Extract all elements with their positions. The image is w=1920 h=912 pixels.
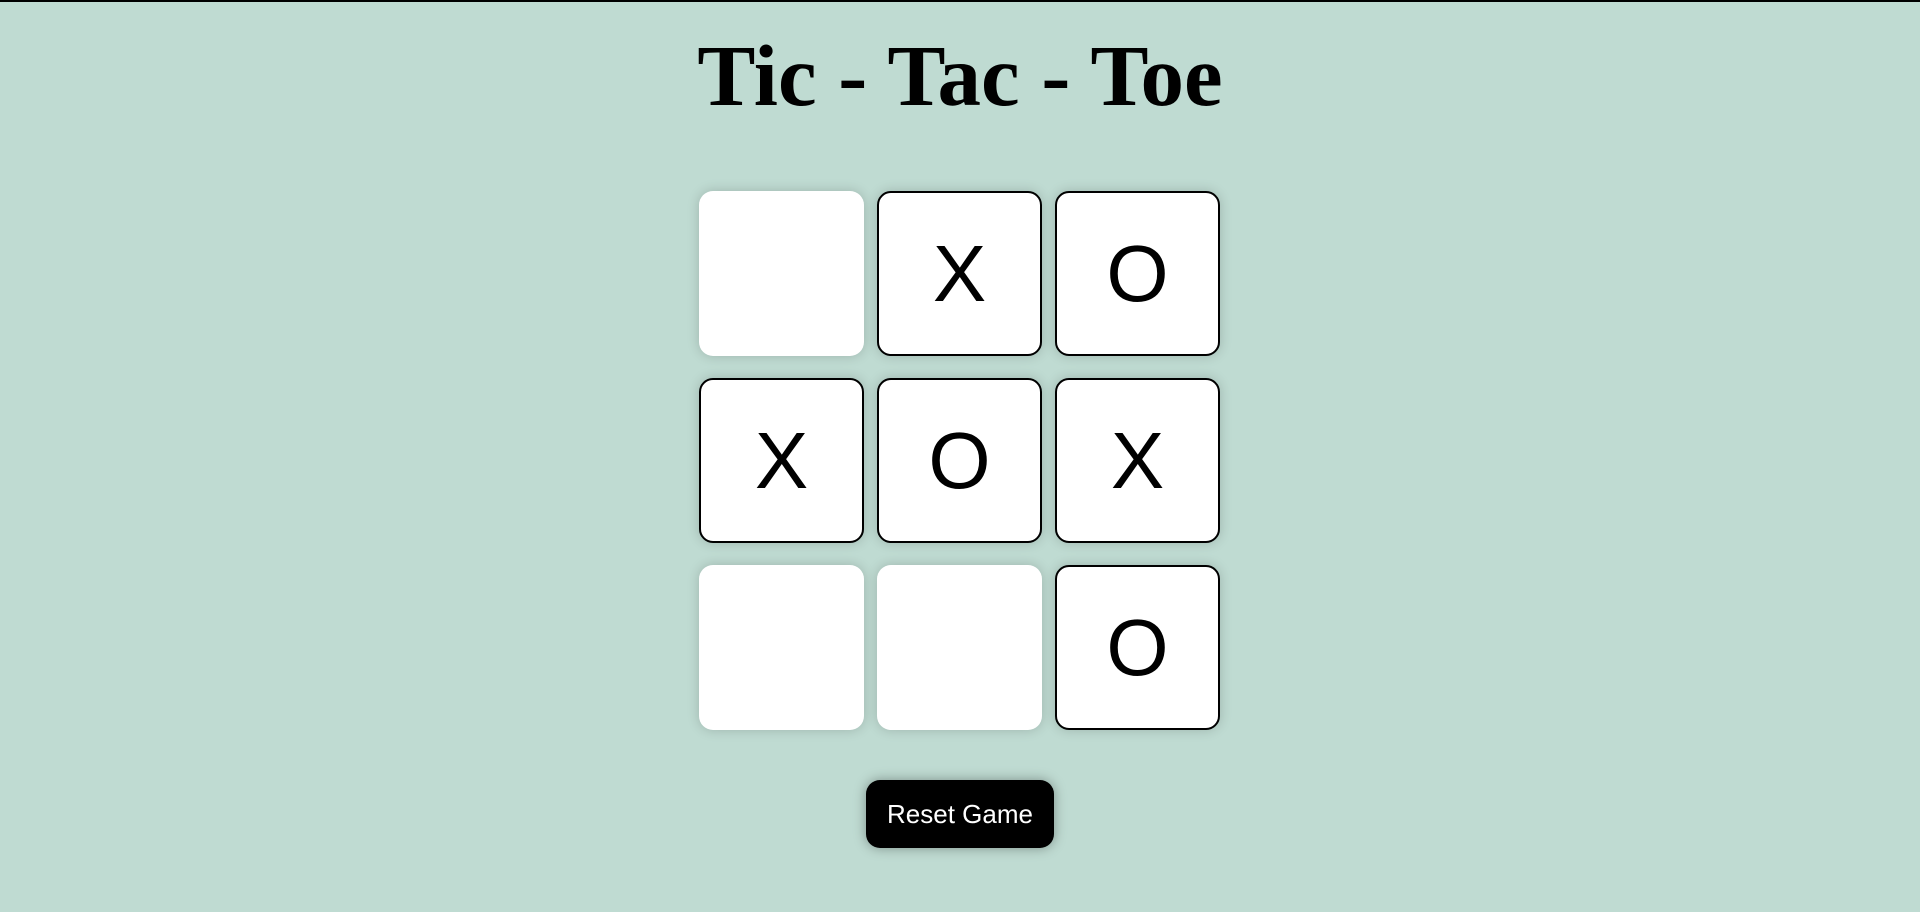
- board-cell[interactable]: [699, 565, 864, 730]
- board-cell[interactable]: O: [1055, 565, 1220, 730]
- board-cell[interactable]: X: [1055, 378, 1220, 543]
- board-cell[interactable]: X: [877, 191, 1042, 356]
- page: { "title": "Tic - Tac - Toe", "board": {…: [0, 0, 1920, 912]
- board-cell[interactable]: O: [1055, 191, 1220, 356]
- board-cell[interactable]: O: [877, 378, 1042, 543]
- reset-game-button[interactable]: Reset Game: [866, 780, 1054, 848]
- game-title: Tic - Tac - Toe: [697, 27, 1223, 124]
- board-cell[interactable]: [699, 191, 864, 356]
- game-board: X O X O X O: [699, 191, 1220, 730]
- board-cell[interactable]: [877, 565, 1042, 730]
- board-cell[interactable]: X: [699, 378, 864, 543]
